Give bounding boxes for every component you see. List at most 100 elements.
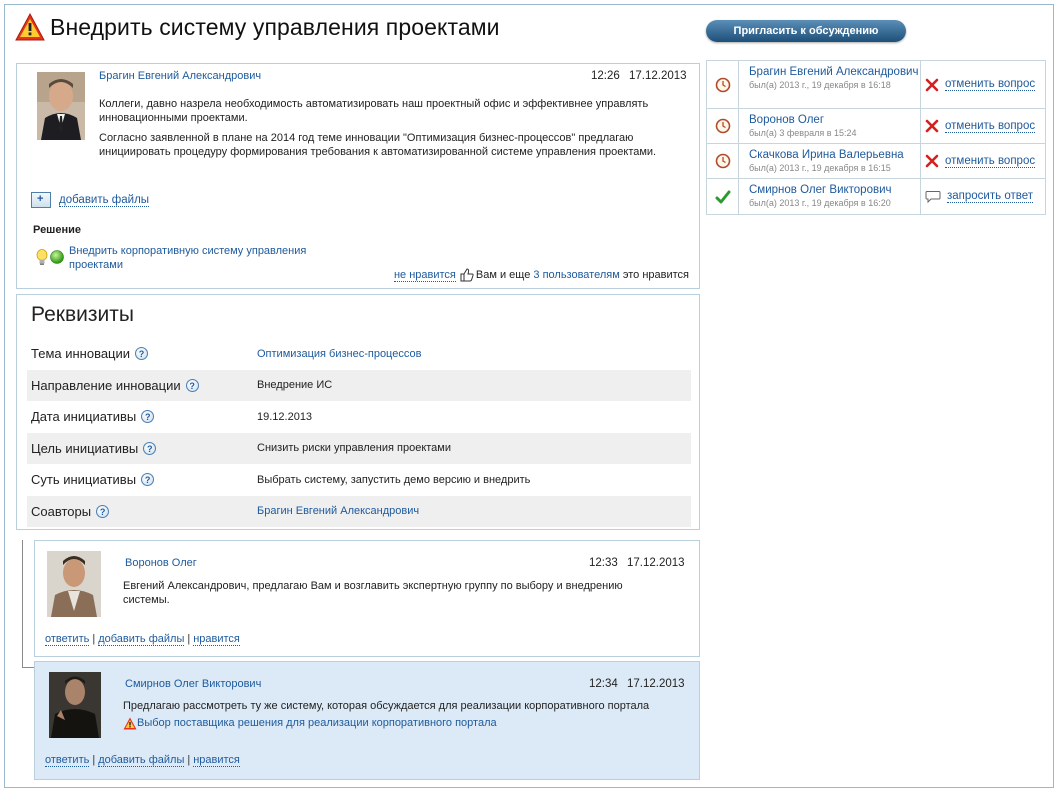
comment-avatar[interactable] — [49, 672, 101, 738]
participant-action[interactable]: отменить вопрос — [921, 109, 1045, 143]
page-title: Внедрить систему управления проектами — [50, 13, 500, 40]
status-cell — [707, 144, 739, 178]
requisite-row-topic: Тема инновации? Оптимизация бизнес-проце… — [27, 338, 691, 370]
linked-initiative[interactable]: Выбор поставщика решения для реализации … — [123, 716, 497, 730]
solution-heading: Решение — [33, 224, 81, 236]
post-paragraph: Согласно заявленной в плане на 2014 год … — [99, 132, 657, 158]
checkmark-icon — [715, 190, 730, 203]
author-avatar[interactable] — [37, 72, 85, 140]
requisite-row-coauthors: Соавторы? Брагин Евгений Александрович — [27, 495, 691, 527]
participant-info: Брагин Евгений Александрович был(а) 2013… — [739, 61, 921, 108]
requisites-table: Тема инновации? Оптимизация бизнес-проце… — [27, 338, 691, 527]
requisite-label: Цель инициативы? — [27, 441, 257, 456]
requisite-label: Соавторы? — [27, 504, 257, 519]
comment-time: 12:33 — [589, 557, 618, 569]
help-icon[interactable]: ? — [141, 473, 155, 487]
requisite-row-essence: Суть инициативы? Выбрать систему, запуст… — [27, 464, 691, 496]
participant-action[interactable]: запросить ответ — [921, 179, 1045, 214]
comment-date: 17.12.2013 — [626, 557, 685, 569]
likes-prefix: Вам и еще — [475, 269, 531, 281]
comment-highlighted: Смирнов Олег Викторович 12:34 17.12.2013… — [34, 661, 700, 780]
likes-bar: не нравится Вам и еще 3 пользователям эт… — [393, 268, 689, 282]
requisite-value: 19.12.2013 — [257, 410, 313, 423]
comment-actions: ответить | добавить файлы | нравится — [45, 754, 240, 767]
speech-bubble-icon — [925, 190, 941, 203]
help-icon[interactable]: ? — [135, 347, 149, 361]
requisite-value-link[interactable]: Брагин Евгений Александрович — [257, 505, 419, 517]
requisite-row-date: Дата инициативы? 19.12.2013 — [27, 401, 691, 433]
comment-text: Предлагаю рассмотреть ту же систему, кот… — [123, 700, 650, 712]
comment: Воронов Олег 12:33 17.12.2013 Евгений Ал… — [34, 540, 700, 657]
participant-name[interactable]: Воронов Олег — [749, 113, 920, 127]
red-x-icon — [925, 119, 939, 133]
requisite-value: Снизить риски управления проектами — [257, 442, 451, 455]
comment-body: Предлагаю рассмотреть ту же систему, кот… — [123, 699, 693, 734]
solution-link[interactable]: Внедрить корпоративную систему управлени… — [69, 244, 329, 272]
participant-action[interactable]: отменить вопрос — [921, 61, 1045, 108]
participant-last-seen: был(а) 3 февраля в 15:24 — [749, 128, 857, 138]
add-files-link[interactable]: + добавить файлы — [31, 192, 150, 208]
requisites-title: Реквизиты — [31, 303, 134, 326]
participant-action[interactable]: отменить вопрос — [921, 144, 1045, 178]
add-files-label[interactable]: добавить файлы — [59, 194, 150, 207]
invite-to-discussion-button[interactable]: Пригласить к обсуждению — [706, 20, 906, 42]
post-timestamp: 12:26 17.12.2013 — [591, 70, 687, 82]
clock-icon — [715, 153, 730, 169]
cancel-question-link[interactable]: отменить вопрос — [945, 120, 1036, 133]
participant-name[interactable]: Скачкова Ирина Валерьевна — [749, 148, 920, 162]
warning-icon — [123, 717, 137, 729]
help-icon[interactable]: ? — [143, 441, 157, 455]
like-link[interactable]: нравится — [193, 633, 240, 646]
requisite-label: Тема инновации? — [27, 346, 257, 361]
help-icon[interactable]: ? — [141, 410, 155, 424]
green-status-icon — [50, 250, 64, 264]
solution-item: Внедрить корпоративную систему управлени… — [35, 244, 329, 272]
requisite-row-goal: Цель инициативы? Снизить риски управлени… — [27, 432, 691, 464]
requisite-label: Суть инициативы? — [27, 472, 257, 487]
comment-avatar[interactable] — [47, 551, 101, 617]
reply-link[interactable]: ответить — [45, 754, 90, 767]
add-files-link[interactable]: добавить файлы — [98, 633, 185, 646]
participant-last-seen: был(а) 2013 г., 19 декабря в 16:18 — [749, 80, 891, 90]
like-link[interactable]: нравится — [193, 754, 240, 767]
thread-connector — [22, 540, 34, 668]
warning-icon — [15, 12, 45, 41]
requisite-value: Выбрать систему, запустить демо версию и… — [257, 473, 531, 486]
help-icon[interactable]: ? — [185, 378, 199, 392]
red-x-icon — [925, 78, 939, 92]
clock-icon — [715, 118, 730, 134]
dislike-link[interactable]: не нравится — [393, 269, 456, 282]
add-file-icon: + — [31, 192, 51, 208]
add-files-link[interactable]: добавить файлы — [98, 754, 185, 767]
comment-author[interactable]: Воронов Олег — [125, 557, 197, 569]
thumbs-up-icon[interactable] — [460, 268, 474, 282]
participant-last-seen: был(а) 2013 г., 19 декабря в 16:15 — [749, 163, 891, 173]
likes-suffix: это нравится — [622, 269, 689, 281]
participant-info: Смирнов Олег Викторович был(а) 2013 г., … — [739, 179, 921, 214]
reply-link[interactable]: ответить — [45, 633, 90, 646]
requisite-label: Дата инициативы? — [27, 409, 257, 424]
participant-name[interactable]: Брагин Евгений Александрович — [749, 65, 920, 79]
cancel-question-link[interactable]: отменить вопрос — [945, 78, 1036, 91]
help-icon[interactable]: ? — [96, 504, 110, 518]
comment-author[interactable]: Смирнов Олег Викторович — [125, 678, 261, 690]
requisite-value-link[interactable]: Оптимизация бизнес-процессов — [257, 348, 421, 360]
page-header: Внедрить систему управления проектами — [14, 12, 500, 42]
participant-row: Брагин Евгений Александрович был(а) 2013… — [707, 61, 1045, 109]
participants-list: Брагин Евгений Александрович был(а) 2013… — [706, 60, 1046, 215]
lightbulb-icon — [36, 249, 48, 265]
status-cell — [707, 179, 739, 214]
likes-users-link[interactable]: 3 пользователям — [533, 269, 619, 281]
comment-text: Евгений Александрович, предлагаю Вам и в… — [123, 580, 623, 606]
participant-name[interactable]: Смирнов Олег Викторович — [749, 183, 920, 197]
comment-timestamp: 12:34 17.12.2013 — [589, 678, 685, 690]
comment-time: 12:34 — [589, 678, 618, 690]
cancel-question-link[interactable]: отменить вопрос — [945, 155, 1036, 168]
request-answer-link[interactable]: запросить ответ — [947, 190, 1033, 203]
comment-timestamp: 12:33 17.12.2013 — [589, 557, 685, 569]
post-author[interactable]: Брагин Евгений Александрович — [99, 70, 261, 82]
main-post: Брагин Евгений Александрович 12:26 17.12… — [16, 63, 700, 289]
status-cell — [707, 61, 739, 108]
requisite-label: Направление инновации? — [27, 378, 257, 393]
linked-initiative-link[interactable]: Выбор поставщика решения для реализации … — [137, 716, 497, 730]
